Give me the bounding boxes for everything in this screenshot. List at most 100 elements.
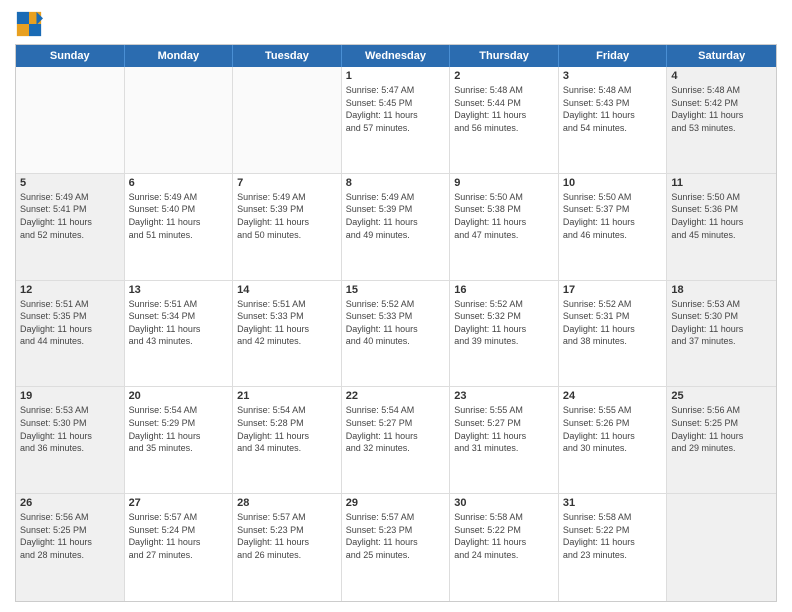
day-number: 10 (563, 177, 663, 189)
calendar-cell-20: 20Sunrise: 5:54 AM Sunset: 5:29 PM Dayli… (125, 387, 234, 493)
day-info: Sunrise: 5:57 AM Sunset: 5:23 PM Dayligh… (346, 511, 446, 561)
day-info: Sunrise: 5:52 AM Sunset: 5:33 PM Dayligh… (346, 298, 446, 348)
day-number: 14 (237, 284, 337, 296)
day-number: 16 (454, 284, 554, 296)
calendar-cell-1: 1 Sunrise: 5:47 AM Sunset: 5:45 PM Daylig… (342, 67, 451, 173)
day-number: 4 (671, 70, 772, 82)
page: SundayMondayTuesdayWednesdayThursdayFrid… (0, 0, 792, 612)
calendar-cell-7: 7Sunrise: 5:49 AM Sunset: 5:39 PM Daylig… (233, 174, 342, 280)
day-number: 23 (454, 390, 554, 402)
calendar-header: SundayMondayTuesdayWednesdayThursdayFrid… (16, 45, 776, 67)
day-header-thursday: Thursday (450, 45, 559, 67)
calendar-cell-21: 21 Sunrise: 5:54 AM Sunset: 5:28 PM Dayli… (233, 387, 342, 493)
day-info: Sunrise: 5:51 AM Sunset: 5:34 PM Dayligh… (129, 298, 229, 348)
day-number: 3 (563, 70, 663, 82)
day-number: 27 (129, 497, 229, 509)
day-number: 26 (20, 497, 120, 509)
logo (15, 10, 47, 38)
day-info: Sunrise: 5:57 AM Sunset: 5:24 PM Dayligh… (129, 511, 229, 561)
day-header-wednesday: Wednesday (342, 45, 451, 67)
calendar-cell-9: 9 Sunrise: 5:50 AM Sunset: 5:38 PM Daylig… (450, 174, 559, 280)
calendar-cell-4: 4 Sunrise: 5:48 AM Sunset: 5:42 PM Daylig… (667, 67, 776, 173)
day-info: Sunrise: 5:47 AM Sunset: 5:45 PM Dayligh… (346, 84, 446, 134)
day-number: 15 (346, 284, 446, 296)
calendar-cell-28: 28Sunrise: 5:57 AM Sunset: 5:23 PM Dayli… (233, 494, 342, 601)
day-info: Sunrise: 5:49 AM Sunset: 5:39 PM Dayligh… (346, 191, 446, 241)
calendar-cell-12: 12 Sunrise: 5:51 AM Sunset: 5:35 PM Dayli… (16, 281, 125, 387)
day-number: 25 (671, 390, 772, 402)
calendar-cell-6: 6Sunrise: 5:49 AM Sunset: 5:40 PM Daylig… (125, 174, 234, 280)
calendar-cell-26: 26Sunrise: 5:56 AM Sunset: 5:25 PM Dayli… (16, 494, 125, 601)
day-number: 19 (20, 390, 120, 402)
day-header-friday: Friday (559, 45, 668, 67)
day-number: 18 (671, 284, 772, 296)
day-header-monday: Monday (125, 45, 234, 67)
day-number: 13 (129, 284, 229, 296)
day-number: 24 (563, 390, 663, 402)
calendar-cell-5: 5 Sunrise: 5:49 AM Sunset: 5:41 PM Daylig… (16, 174, 125, 280)
calendar-cell-2: 2 Sunrise: 5:48 AM Sunset: 5:44 PM Daylig… (450, 67, 559, 173)
calendar-cell-17: 17Sunrise: 5:52 AM Sunset: 5:31 PM Dayli… (559, 281, 668, 387)
day-info: Sunrise: 5:54 AM Sunset: 5:29 PM Dayligh… (129, 404, 229, 454)
calendar-cell-27: 27 Sunrise: 5:57 AM Sunset: 5:24 PM Dayli… (125, 494, 234, 601)
day-info: Sunrise: 5:52 AM Sunset: 5:32 PM Dayligh… (454, 298, 554, 348)
logo-icon (15, 10, 43, 38)
day-info: Sunrise: 5:50 AM Sunset: 5:36 PM Dayligh… (671, 191, 772, 241)
day-number: 8 (346, 177, 446, 189)
calendar-cell-31: 31Sunrise: 5:58 AM Sunset: 5:22 PM Dayli… (559, 494, 668, 601)
day-header-tuesday: Tuesday (233, 45, 342, 67)
calendar-cell-29: 29 Sunrise: 5:57 AM Sunset: 5:23 PM Dayli… (342, 494, 451, 601)
calendar-cell-8: 8 Sunrise: 5:49 AM Sunset: 5:39 PM Daylig… (342, 174, 451, 280)
calendar-cell-18: 18 Sunrise: 5:53 AM Sunset: 5:30 PM Dayli… (667, 281, 776, 387)
calendar-cell-empty-0-1 (125, 67, 234, 173)
calendar-row-2: 5 Sunrise: 5:49 AM Sunset: 5:41 PM Daylig… (16, 174, 776, 281)
day-number: 6 (129, 177, 229, 189)
day-info: Sunrise: 5:49 AM Sunset: 5:41 PM Dayligh… (20, 191, 120, 241)
calendar-cell-19: 19 Sunrise: 5:53 AM Sunset: 5:30 PM Dayli… (16, 387, 125, 493)
day-number: 2 (454, 70, 554, 82)
day-info: Sunrise: 5:48 AM Sunset: 5:43 PM Dayligh… (563, 84, 663, 134)
calendar-cell-25: 25 Sunrise: 5:56 AM Sunset: 5:25 PM Dayli… (667, 387, 776, 493)
day-info: Sunrise: 5:48 AM Sunset: 5:44 PM Dayligh… (454, 84, 554, 134)
day-number: 1 (346, 70, 446, 82)
day-number: 29 (346, 497, 446, 509)
day-number: 9 (454, 177, 554, 189)
day-number: 31 (563, 497, 663, 509)
calendar-cell-3: 3 Sunrise: 5:48 AM Sunset: 5:43 PM Daylig… (559, 67, 668, 173)
day-number: 5 (20, 177, 120, 189)
calendar-cell-23: 23Sunrise: 5:55 AM Sunset: 5:27 PM Dayli… (450, 387, 559, 493)
day-number: 30 (454, 497, 554, 509)
day-info: Sunrise: 5:50 AM Sunset: 5:37 PM Dayligh… (563, 191, 663, 241)
day-info: Sunrise: 5:53 AM Sunset: 5:30 PM Dayligh… (671, 298, 772, 348)
calendar-row-5: 26Sunrise: 5:56 AM Sunset: 5:25 PM Dayli… (16, 494, 776, 601)
day-number: 11 (671, 177, 772, 189)
day-info: Sunrise: 5:57 AM Sunset: 5:23 PM Dayligh… (237, 511, 337, 561)
day-info: Sunrise: 5:51 AM Sunset: 5:33 PM Dayligh… (237, 298, 337, 348)
day-info: Sunrise: 5:51 AM Sunset: 5:35 PM Dayligh… (20, 298, 120, 348)
day-header-sunday: Sunday (16, 45, 125, 67)
day-info: Sunrise: 5:50 AM Sunset: 5:38 PM Dayligh… (454, 191, 554, 241)
day-info: Sunrise: 5:58 AM Sunset: 5:22 PM Dayligh… (454, 511, 554, 561)
day-number: 22 (346, 390, 446, 402)
day-number: 7 (237, 177, 337, 189)
header (15, 10, 777, 38)
calendar-cell-30: 30 Sunrise: 5:58 AM Sunset: 5:22 PM Dayli… (450, 494, 559, 601)
calendar-body: 1 Sunrise: 5:47 AM Sunset: 5:45 PM Daylig… (16, 67, 776, 601)
calendar: SundayMondayTuesdayWednesdayThursdayFrid… (15, 44, 777, 602)
calendar-cell-22: 22 Sunrise: 5:54 AM Sunset: 5:27 PM Dayli… (342, 387, 451, 493)
day-number: 12 (20, 284, 120, 296)
calendar-cell-11: 11 Sunrise: 5:50 AM Sunset: 5:36 PM Dayli… (667, 174, 776, 280)
calendar-cell-24: 24 Sunrise: 5:55 AM Sunset: 5:26 PM Dayli… (559, 387, 668, 493)
calendar-cell-13: 13 Sunrise: 5:51 AM Sunset: 5:34 PM Dayli… (125, 281, 234, 387)
day-info: Sunrise: 5:53 AM Sunset: 5:30 PM Dayligh… (20, 404, 120, 454)
day-info: Sunrise: 5:55 AM Sunset: 5:26 PM Dayligh… (563, 404, 663, 454)
day-number: 21 (237, 390, 337, 402)
day-info: Sunrise: 5:54 AM Sunset: 5:28 PM Dayligh… (237, 404, 337, 454)
day-info: Sunrise: 5:56 AM Sunset: 5:25 PM Dayligh… (671, 404, 772, 454)
day-info: Sunrise: 5:54 AM Sunset: 5:27 PM Dayligh… (346, 404, 446, 454)
calendar-cell-16: 16 Sunrise: 5:52 AM Sunset: 5:32 PM Dayli… (450, 281, 559, 387)
day-info: Sunrise: 5:48 AM Sunset: 5:42 PM Dayligh… (671, 84, 772, 134)
day-info: Sunrise: 5:52 AM Sunset: 5:31 PM Dayligh… (563, 298, 663, 348)
calendar-cell-10: 10 Sunrise: 5:50 AM Sunset: 5:37 PM Dayli… (559, 174, 668, 280)
calendar-row-4: 19 Sunrise: 5:53 AM Sunset: 5:30 PM Dayli… (16, 387, 776, 494)
